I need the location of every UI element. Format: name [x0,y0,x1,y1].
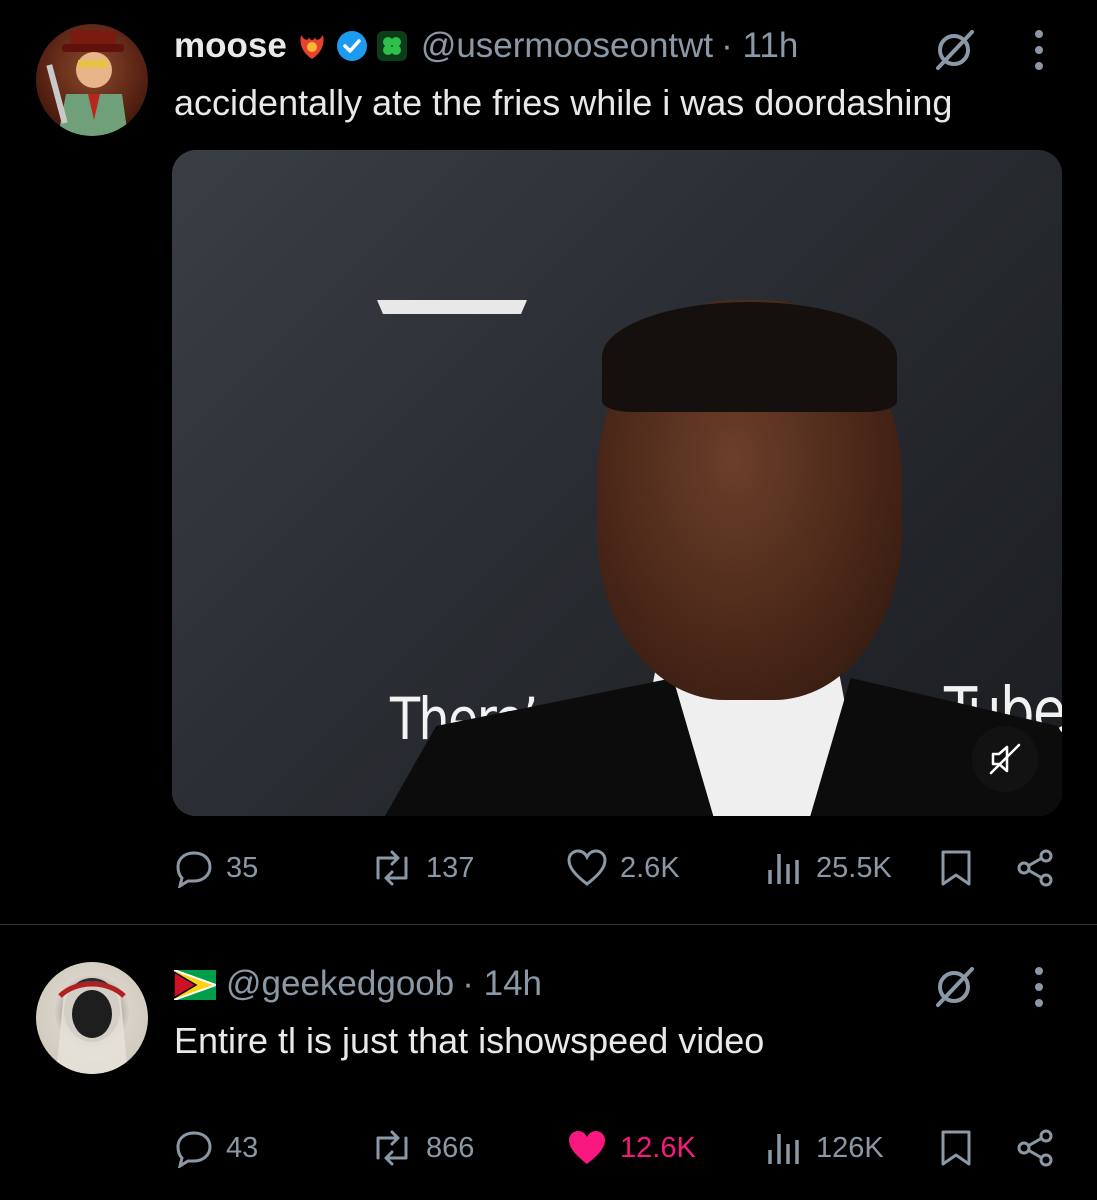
views-button[interactable]: 25.5K [764,848,892,888]
person-hair [602,302,897,412]
phoenix-emoji-icon [295,29,329,63]
repost-icon [376,1130,408,1166]
avatar-illustration [46,30,128,136]
post-text: Entire tl is just that ishowspeed video [174,1020,765,1061]
reply-icon [176,1131,212,1168]
analytics-icon [768,854,799,884]
post-text: accidentally ate the fries while i was d… [174,82,953,123]
avatar[interactable] [36,24,148,136]
like-count: 2.6K [620,851,680,884]
handle[interactable]: @geekedgoob [226,964,454,1004]
video-media[interactable]: There’s onl Tube [172,150,1062,816]
heart-filled-icon [569,1131,605,1164]
reply-icon [176,851,212,888]
reply-button[interactable]: 35 [174,848,258,888]
analytics-icon [768,1134,799,1164]
mute-toggle-button[interactable] [972,726,1038,792]
handle[interactable]: @usermooseontwt [421,26,713,66]
grok-icon[interactable] [930,963,978,1011]
timestamp[interactable]: · 14h [462,964,542,1004]
more-options-icon[interactable] [1032,28,1046,72]
speaker-muted-icon [989,743,1021,775]
repost-button[interactable]: 137 [370,848,474,888]
repost-count: 137 [426,851,475,884]
bookmark-icon [941,1130,971,1166]
action-bar: 43 866 12.6K 126K [0,1128,1097,1178]
action-bar: 35 137 2.6K 25.5K [0,848,1097,898]
timestamp[interactable]: · 11h [721,26,798,66]
views-button[interactable]: 126K [764,1128,884,1168]
like-button[interactable]: 2.6K [566,848,680,888]
more-options-icon[interactable] [1032,965,1046,1009]
reply-count: 43 [226,1131,259,1164]
repost-icon [376,850,408,886]
like-count: 12.6K [620,1131,696,1164]
repost-button[interactable]: 866 [370,1128,474,1168]
share-button[interactable] [1014,848,1070,888]
avatar-illustration [56,978,128,1074]
share-icon [1017,849,1053,887]
bookmark-icon [941,850,971,886]
view-count: 25.5K [816,851,892,884]
reply-count: 35 [226,851,259,884]
backdrop-logo-fragment [377,300,527,314]
verified-badge-icon[interactable] [335,29,369,63]
view-count: 126K [816,1131,884,1164]
bookmark-button[interactable] [938,848,986,888]
bookmark-button[interactable] [938,1128,986,1168]
share-button[interactable] [1014,1128,1070,1168]
heart-icon [567,849,607,886]
share-icon [1017,1129,1053,1167]
like-button[interactable]: 12.6K [566,1128,696,1168]
reply-button[interactable]: 43 [174,1128,258,1168]
clover-affiliate-icon[interactable] [375,29,409,63]
guyana-flag-icon [173,968,219,1002]
post-header: moose @usermooseontwt · 11h [174,22,798,70]
post-header: @geekedgoob · 14h [173,960,542,1008]
post-2: @geekedgoob · 14h Entire tl is just that… [0,925,1097,1200]
avatar[interactable] [36,962,148,1074]
grok-icon[interactable] [930,26,978,74]
repost-count: 866 [426,1131,475,1164]
post-1: moose @usermooseontwt · 11h accidentally… [0,0,1097,925]
display-name[interactable]: moose [174,26,287,66]
